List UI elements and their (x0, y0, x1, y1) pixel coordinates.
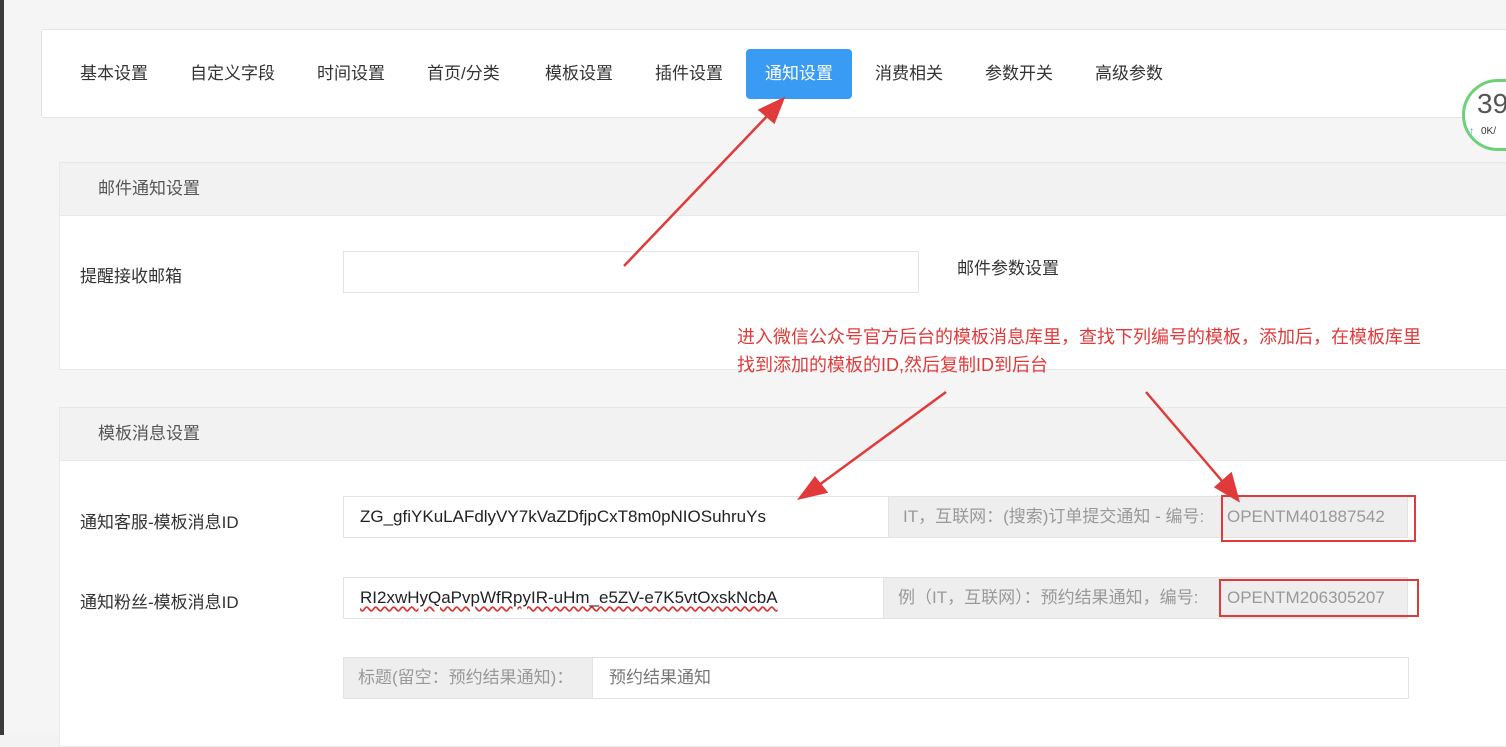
tab-plugin-settings[interactable]: 插件设置 (636, 49, 742, 99)
fans-template-label: 通知粉丝-模板消息ID (80, 593, 239, 612)
fans-template-id-text: RI2xwHyQaPvpWfRpyIR-uHm_e5ZV-e7K5vtOxskN… (360, 588, 778, 607)
email-params-link[interactable]: 邮件参数设置 (957, 254, 1059, 279)
service-template-id-input[interactable]: ZG_gfiYKuLAFdlyVY7kVaZDfjpCxT8m0pNIOSuhr… (343, 496, 889, 538)
title-input[interactable]: 预约结果通知 (592, 657, 1409, 699)
annotation-line-1: 进入微信公众号官方后台的模板消息库里，查找下列编号的模板，添加后，在模板库里 (737, 327, 1421, 347)
fans-template-id-input[interactable]: RI2xwHyQaPvpWfRpyIR-uHm_e5ZV-e7K5vtOxskN… (343, 577, 884, 619)
fans-code-highlight (1219, 579, 1419, 617)
speed-value: 39 (1477, 88, 1506, 119)
fans-hint-text: 例（IT，互联网）：预约结果通知，编号: (898, 588, 1199, 607)
remind-email-label: 提醒接收邮箱 (80, 267, 182, 286)
tab-home-category[interactable]: 首页/分类 (408, 49, 519, 99)
annotation-line-2: 找到添加的模板的ID,然后复制ID到后台 (737, 355, 1048, 375)
service-template-label: 通知客服-模板消息ID (80, 513, 239, 532)
upload-arrow-icon: ↑ (1469, 126, 1474, 137)
tab-notification-settings[interactable]: 通知设置 (746, 49, 852, 99)
remind-email-input[interactable] (343, 251, 919, 293)
tab-template-settings[interactable]: 模板设置 (526, 49, 632, 99)
template-section-title: 模板消息设置 (60, 408, 1506, 461)
tab-param-switches[interactable]: 参数开关 (966, 49, 1072, 99)
speed-sub: 0K/ (1481, 126, 1497, 137)
email-section-title: 邮件通知设置 (60, 163, 1506, 216)
service-code-highlight (1221, 495, 1416, 542)
settings-tab-bar: 基本设置 自定义字段 时间设置 首页/分类 模板设置 插件设置 通知设置 消费相… (41, 29, 1506, 118)
tab-basic-settings[interactable]: 基本设置 (61, 49, 167, 99)
title-addon: 标题(留空：预约结果通知)： (343, 657, 593, 699)
tab-consumption[interactable]: 消费相关 (856, 49, 962, 99)
tab-time-settings[interactable]: 时间设置 (298, 49, 404, 99)
tab-custom-fields[interactable]: 自定义字段 (171, 49, 294, 99)
tab-advanced-params[interactable]: 高级参数 (1076, 49, 1182, 99)
service-hint-text: IT，互联网：(搜索)订单提交通知 - 编号: (903, 507, 1205, 526)
